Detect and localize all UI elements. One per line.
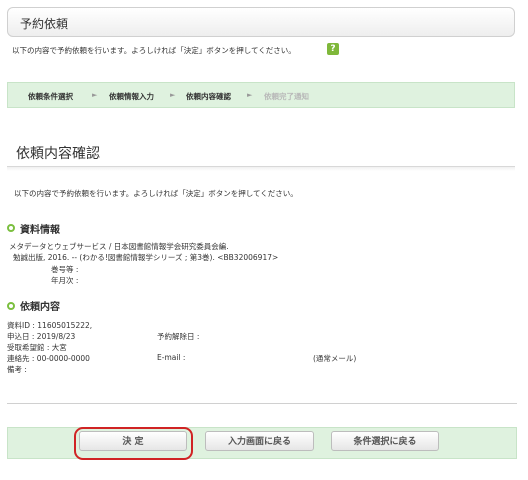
request-date: 申込日 : 2019/8/23 bbox=[7, 332, 76, 341]
email-type: (通常メール) bbox=[313, 354, 357, 363]
back-to-condition-button[interactable]: 条件選択に戻る bbox=[331, 431, 439, 451]
back-to-input-button[interactable]: 入力画面に戻る bbox=[205, 431, 314, 451]
step-arrow-icon: ► bbox=[92, 91, 98, 99]
remarks: 備考 : bbox=[7, 365, 27, 374]
material-heading: 資料情報 bbox=[20, 225, 60, 236]
step-info-input: 依頼情報入力 bbox=[109, 92, 154, 101]
step-condition-select: 依頼条件選択 bbox=[28, 92, 73, 101]
year-label: 年月次 : bbox=[51, 276, 79, 285]
material-id: 資料ID : 11605015222, bbox=[7, 321, 93, 330]
contact-phone: 連絡先 : 00-0000-0000 bbox=[7, 354, 90, 363]
section-title: 依頼内容確認 bbox=[16, 146, 100, 162]
material-line2: 勉誠出版, 2016. -- (わかる!図書館情報学シリーズ ; 第3巻). <… bbox=[13, 253, 279, 262]
divider bbox=[7, 403, 517, 404]
request-heading: 依頼内容 bbox=[20, 302, 60, 313]
material-line1: メタデータとウェブサービス / 日本図書館情報学会研究委員会編. bbox=[9, 242, 229, 251]
highlight-circle bbox=[74, 427, 193, 460]
step-progress-bar: 依頼条件選択 ► 依頼情報入力 ► 依頼内容確認 ► 依頼完了通知 bbox=[7, 82, 515, 108]
step-arrow-icon: ► bbox=[170, 91, 176, 99]
email-label: E-mail : bbox=[157, 353, 186, 362]
help-icon[interactable]: ? bbox=[327, 43, 339, 55]
intro-text: 以下の内容で予約依頼を行います。よろしければ「決定」ボタンを押してください。 bbox=[12, 46, 296, 55]
step-content-confirm: 依頼内容確認 bbox=[186, 92, 231, 101]
page-title: 予約依頼 bbox=[20, 17, 69, 31]
step-arrow-icon: ► bbox=[247, 91, 253, 99]
volume-label: 巻号等 : bbox=[51, 265, 79, 274]
step-complete-notice: 依頼完了通知 bbox=[264, 92, 309, 101]
page-header: 予約依頼 bbox=[7, 7, 515, 37]
confirm-text: 以下の内容で予約依頼を行います。よろしければ「決定」ボタンを押してください。 bbox=[14, 189, 298, 198]
bullet-icon bbox=[7, 224, 15, 232]
cancel-date: 予約解除日 : bbox=[157, 332, 200, 341]
pickup-library: 受取希望館 : 大宮 bbox=[7, 343, 67, 352]
bullet-icon bbox=[7, 302, 15, 310]
